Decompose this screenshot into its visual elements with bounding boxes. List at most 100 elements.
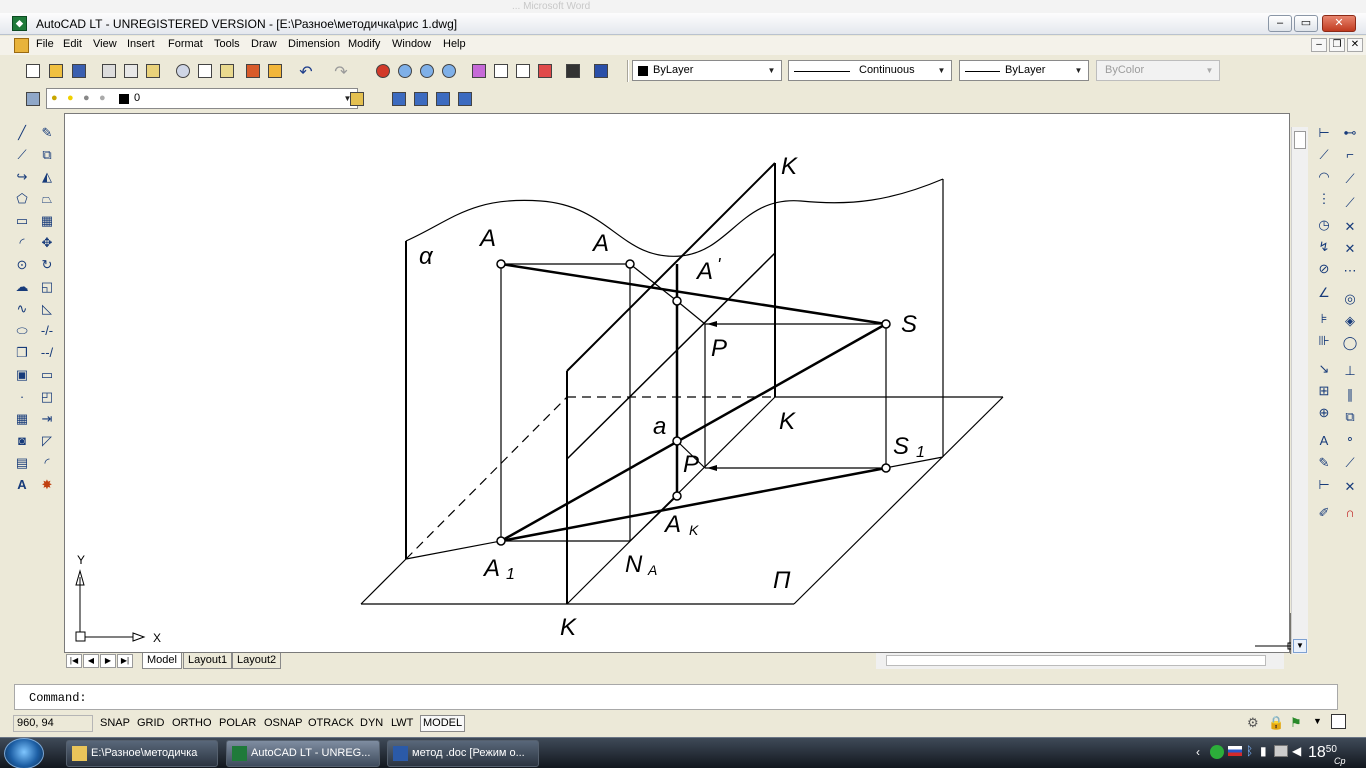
snap-center-icon[interactable]: ◎ (1340, 289, 1360, 309)
arc-icon[interactable]: ◜ (12, 233, 32, 253)
model-toggle[interactable]: MODEL (420, 715, 466, 732)
menu-view[interactable]: View (90, 38, 120, 50)
menu-draw[interactable]: Draw (248, 38, 280, 50)
tray-settings-icon[interactable]: ⚑ (1290, 715, 1302, 731)
menu-edit[interactable]: Edit (60, 38, 85, 50)
snap-midpoint-icon[interactable]: ⟋ (1340, 193, 1360, 213)
title-bar[interactable]: ◆ AutoCAD LT - UNREGISTERED VERSION - [E… (0, 13, 1366, 35)
osnap-toggle[interactable]: OSNAP (261, 715, 306, 732)
doc-close-button[interactable]: ✕ (1347, 38, 1363, 52)
maximize-button[interactable]: ▭ (1294, 15, 1318, 32)
dimension-text-edit-icon[interactable]: ✎ (1314, 453, 1334, 473)
spline-icon[interactable]: ∿ (12, 299, 32, 319)
document-icon[interactable] (14, 38, 29, 53)
undo-icon[interactable]: ↶ (297, 62, 315, 81)
linear-dimension-icon[interactable]: ⊢ (1314, 123, 1334, 143)
continue-dimension-icon[interactable]: ⊪ (1314, 331, 1334, 351)
doc-restore-button[interactable]: ❐ (1329, 38, 1345, 52)
aligned-dimension-icon[interactable]: ⟋ (1314, 145, 1334, 165)
lightbulb-icon[interactable]: ● (51, 92, 58, 104)
horizontal-scroll-thumb[interactable] (886, 655, 1266, 666)
jogged-dimension-icon[interactable]: ↯ (1314, 237, 1334, 257)
circle-icon[interactable]: ⊙ (12, 255, 32, 275)
new-icon[interactable] (24, 62, 42, 80)
snap-tangent-icon[interactable]: ◯ (1340, 333, 1360, 353)
trim-icon[interactable]: -/- (37, 321, 57, 341)
status-menu-chevron-icon[interactable]: ▼ (1313, 716, 1322, 726)
snap-node-icon[interactable]: ∘ (1340, 429, 1360, 449)
properties-icon[interactable] (470, 62, 488, 80)
draworder-back-icon[interactable] (412, 90, 430, 108)
cut-icon[interactable] (174, 62, 192, 80)
hatch-icon[interactable]: ▦ (12, 409, 32, 429)
previous-tab-icon[interactable]: ◀ (83, 654, 99, 668)
arc-length-icon[interactable]: ◠ (1314, 167, 1334, 187)
line-icon[interactable]: ╱ (12, 123, 32, 143)
bluetooth-icon[interactable]: ᛒ (1246, 744, 1253, 758)
diameter-dimension-icon[interactable]: ⊘ (1314, 259, 1334, 279)
coordinates-display[interactable]: 960, 94 (13, 715, 93, 732)
snap-toggle[interactable]: SNAP (97, 715, 133, 732)
draworder-under-icon[interactable] (456, 90, 474, 108)
osnap-settings-icon[interactable]: ∩ (1340, 503, 1360, 523)
layer-manager-icon[interactable] (24, 90, 42, 108)
dimension-update-icon[interactable]: ⊢ (1314, 475, 1334, 495)
quick-calc-icon[interactable] (564, 62, 582, 80)
match-properties-icon[interactable] (244, 62, 262, 80)
join-icon[interactable]: ⇥ (37, 409, 57, 429)
command-window[interactable]: Command: (14, 684, 1338, 710)
vertical-scrollbar[interactable]: ▼ (1291, 127, 1308, 654)
snap-parallel-icon[interactable]: ∥ (1340, 385, 1360, 405)
ellipse-icon[interactable]: ⬭ (12, 321, 32, 341)
region-icon[interactable]: ◙ (12, 431, 32, 451)
tab-model[interactable]: Model (142, 653, 182, 669)
snap-intersection-icon[interactable]: ✕ (1340, 217, 1360, 237)
explode-icon[interactable]: ✸ (37, 475, 57, 495)
lwt-toggle[interactable]: LWT (388, 715, 416, 732)
dyn-toggle[interactable]: DYN (357, 715, 386, 732)
horizontal-scrollbar[interactable] (876, 653, 1284, 669)
multiline-text-icon[interactable]: A (12, 475, 32, 495)
copy-icon[interactable] (196, 62, 214, 80)
toolbar-lock-icon[interactable]: 🔒 (1268, 715, 1284, 731)
ordinate-dimension-icon[interactable]: ⋮ (1314, 189, 1334, 209)
ortho-toggle[interactable]: ORTHO (169, 715, 215, 732)
polyline-icon[interactable]: ↪ (12, 167, 32, 187)
lineweight-control-combo[interactable]: ByLayer ▼ (959, 60, 1089, 81)
array-icon[interactable]: ▦ (37, 211, 57, 231)
chevron-down-icon[interactable]: ▼ (934, 63, 949, 78)
print-preview-icon[interactable] (122, 62, 140, 80)
extend-icon[interactable]: --/ (37, 343, 57, 363)
task-autocad[interactable]: AutoCAD LT - UNREG... (226, 740, 380, 767)
tab-layout2[interactable]: Layout2 (232, 653, 282, 669)
task-word[interactable]: метод .doc [Режим о... (387, 740, 539, 767)
erase-icon[interactable]: ✎ (37, 123, 57, 143)
clock[interactable]: 1850 (1308, 744, 1337, 762)
move-icon[interactable]: ✥ (37, 233, 57, 253)
snap-insert-icon[interactable]: ⧉ (1340, 407, 1360, 427)
menu-file[interactable]: File (33, 38, 57, 50)
center-mark-icon[interactable]: ⊕ (1314, 403, 1334, 423)
dimension-edit-icon[interactable]: A (1314, 431, 1334, 451)
doc-minimize-button[interactable]: ‒ (1311, 38, 1327, 52)
table-icon[interactable]: ▤ (12, 453, 32, 473)
make-object-layer-current-icon[interactable] (348, 90, 366, 108)
menu-modify[interactable]: Modify (345, 38, 383, 50)
angular-dimension-icon[interactable]: ∠ (1314, 283, 1334, 303)
save-icon[interactable] (70, 62, 88, 80)
point-icon[interactable]: · (12, 387, 32, 407)
construction-line-icon[interactable]: ⟋ (12, 145, 32, 165)
language-flag-icon[interactable] (1228, 746, 1242, 756)
clean-screen-icon[interactable] (1331, 714, 1346, 729)
linetype-control-combo[interactable]: Continuous ▼ (788, 60, 952, 81)
copy-object-icon[interactable]: ⧉ (37, 145, 57, 165)
block-editor-icon[interactable] (266, 62, 284, 80)
sun-icon[interactable]: ● (67, 92, 74, 104)
snap-apparent-intersection-icon[interactable]: ✕ (1340, 239, 1360, 259)
vertical-scroll-thumb[interactable] (1294, 131, 1306, 149)
zoom-realtime-icon[interactable] (396, 62, 414, 80)
menu-help[interactable]: Help (440, 38, 469, 50)
first-tab-icon[interactable]: |◀ (66, 654, 82, 668)
drawing-area[interactable]: K α A A A ' S P a K S 1 P A K A 1 N A П (64, 113, 1295, 654)
otrack-toggle[interactable]: OTRACK (305, 715, 357, 732)
